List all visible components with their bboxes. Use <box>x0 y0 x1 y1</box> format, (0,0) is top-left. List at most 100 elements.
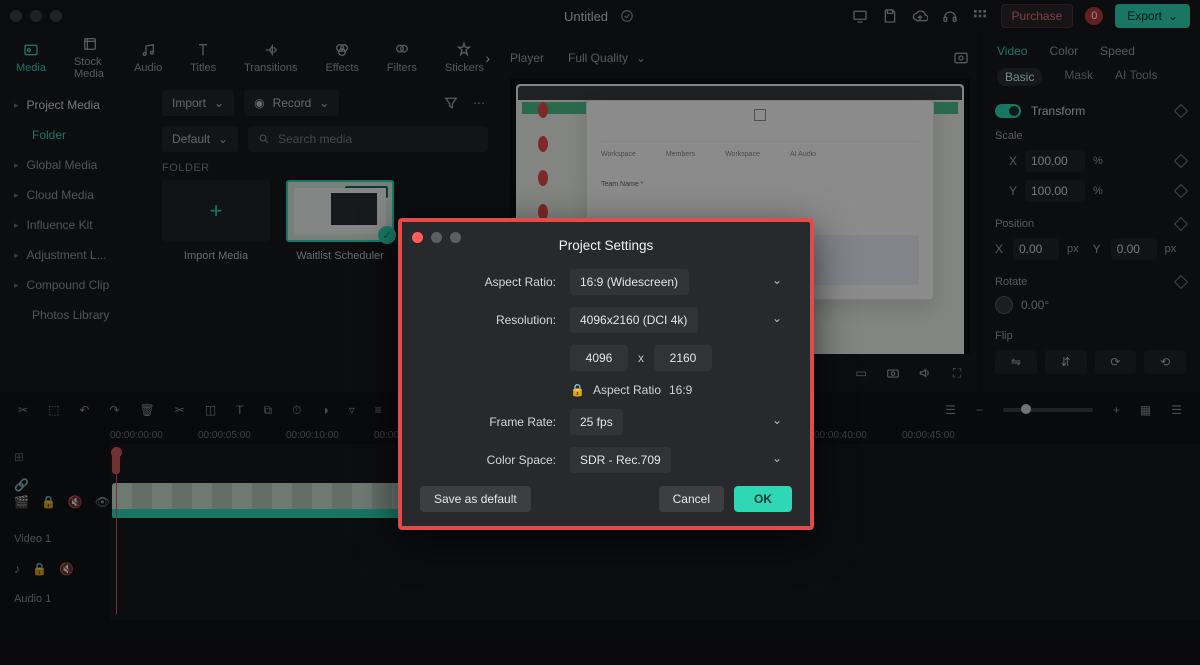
sidebar-influence-kit[interactable]: ▸Influence Kit <box>4 210 146 240</box>
zoom-slider[interactable] <box>1003 408 1093 412</box>
export-button[interactable]: Export ⌄ <box>1115 4 1190 28</box>
media-clip-tile[interactable]: 00:00:21 ✓ Waitlist Scheduler <box>286 180 394 262</box>
prop-sub-ai[interactable]: AI Tools <box>1115 68 1157 86</box>
grid-apps-icon[interactable] <box>971 7 989 25</box>
prop-tab-color[interactable]: Color <box>1049 44 1078 58</box>
prop-sub-mask[interactable]: Mask <box>1064 68 1093 86</box>
rotate-dial[interactable] <box>995 296 1013 314</box>
aspect-ratio-select[interactable]: 16:9 (Widescreen) <box>570 269 689 295</box>
volume-icon[interactable] <box>916 364 934 382</box>
keyframe-diamond-icon[interactable] <box>1174 184 1188 198</box>
pointer-tool-icon[interactable]: ⬚ <box>48 403 59 417</box>
color-space-select[interactable]: SDR - Rec.709 <box>570 447 671 473</box>
sort-dropdown[interactable]: Default⌄ <box>162 126 238 152</box>
zoom-out-icon[interactable]: − <box>976 403 983 417</box>
sidebar-project-media[interactable]: ▸Project Media <box>4 90 146 120</box>
folder-section-label: FOLDER <box>162 162 488 174</box>
split-icon[interactable]: ✂ <box>175 403 185 417</box>
search-media-input[interactable]: Search media <box>248 126 488 152</box>
keyframe-diamond-icon[interactable] <box>1174 217 1188 231</box>
ok-button[interactable]: OK <box>734 486 792 512</box>
visibility-icon[interactable]: 👁 <box>95 495 110 509</box>
pos-y-input[interactable] <box>1111 238 1157 260</box>
mixer-icon[interactable]: ☰ <box>945 403 956 417</box>
title-bar: Untitled Purchase 0 Export ⌄ <box>0 0 1200 32</box>
tab-stock-media[interactable]: Stock Media <box>74 36 106 80</box>
dialog-traffic-lights[interactable] <box>412 232 461 243</box>
mute-icon[interactable]: 🔇 <box>59 562 74 576</box>
cloud-upload-icon[interactable] <box>911 7 929 25</box>
tab-stickers[interactable]: Stickers <box>445 42 484 74</box>
cancel-button[interactable]: Cancel <box>659 486 724 512</box>
list-view-icon[interactable]: ☰ <box>1171 403 1182 417</box>
flip-v-button[interactable]: ⇵ <box>1045 350 1087 374</box>
tab-effects[interactable]: Effects <box>325 42 358 74</box>
mute-icon[interactable]: 🔇 <box>68 495 83 509</box>
keyframe-diamond-icon[interactable] <box>1174 104 1188 118</box>
sidebar-photos-library[interactable]: Photos Library <box>4 300 146 330</box>
import-dropdown[interactable]: Import⌄ <box>162 90 234 116</box>
text-tool-icon[interactable]: T <box>236 403 243 417</box>
sidebar-compound-clip[interactable]: ▸Compound Clip <box>4 270 146 300</box>
copy-icon[interactable]: ⧉ <box>264 403 273 418</box>
fullscreen-icon[interactable]: ⛶ <box>948 364 966 382</box>
crop-icon[interactable]: ◫ <box>205 403 216 417</box>
speed-icon[interactable]: ⏱ <box>292 403 301 418</box>
scale-x-input[interactable] <box>1025 150 1085 172</box>
headphones-icon[interactable] <box>941 7 959 25</box>
lock-icon[interactable]: 🔒 <box>41 495 56 509</box>
purchase-button[interactable]: Purchase <box>1001 4 1074 28</box>
marker-icon[interactable]: ▿ <box>349 403 355 417</box>
undo-icon[interactable]: ↶ <box>79 403 89 417</box>
properties-panel: Video Color Speed Basic Mask AI Tools Tr… <box>980 32 1200 392</box>
redo-icon[interactable]: ↷ <box>109 403 119 417</box>
rotate-cw-button[interactable]: ⟳ <box>1095 350 1137 374</box>
color-icon[interactable]: ◑ <box>321 403 328 417</box>
snapshot-icon[interactable] <box>952 49 970 67</box>
resolution-select[interactable]: 4096x2160 (DCI 4k) <box>570 307 698 333</box>
quality-dropdown[interactable]: Full Quality⌄ <box>568 51 646 65</box>
tab-transitions[interactable]: Transitions <box>244 42 297 74</box>
frame-rate-select[interactable]: 25 fps <box>570 409 623 435</box>
save-default-button[interactable]: Save as default <box>420 486 531 512</box>
scale-y-input[interactable] <box>1025 180 1085 202</box>
grid-view-icon[interactable]: ▦ <box>1140 403 1151 417</box>
lock-icon[interactable]: 🔒 <box>570 383 585 397</box>
sidebar-adjustment-layer[interactable]: ▸Adjustment L... <box>4 240 146 270</box>
track-icon[interactable]: ≡ <box>375 403 382 417</box>
prop-tab-video[interactable]: Video <box>997 44 1027 58</box>
tabs-scroll-right-icon[interactable]: › <box>485 50 490 66</box>
display-icon[interactable] <box>851 7 869 25</box>
width-input[interactable] <box>570 345 628 371</box>
more-icon[interactable]: ⋯ <box>470 94 488 112</box>
height-input[interactable] <box>654 345 712 371</box>
pos-x-input[interactable] <box>1013 238 1059 260</box>
select-tool-icon[interactable]: ✂ <box>18 403 28 417</box>
camera-icon[interactable] <box>884 364 902 382</box>
sidebar-cloud-media[interactable]: ▸Cloud Media <box>4 180 146 210</box>
lock-icon[interactable]: 🔒 <box>32 562 47 576</box>
transform-toggle[interactable] <box>995 104 1021 118</box>
sidebar-global-media[interactable]: ▸Global Media <box>4 150 146 180</box>
window-traffic-lights[interactable] <box>10 10 62 22</box>
rotate-ccw-button[interactable]: ⟲ <box>1144 350 1186 374</box>
flip-h-button[interactable]: ⇋ <box>995 350 1037 374</box>
keyframe-diamond-icon[interactable] <box>1174 275 1188 289</box>
tab-media[interactable]: Media <box>16 42 46 74</box>
tab-filters[interactable]: Filters <box>387 42 417 74</box>
delete-icon[interactable]: 🗑 <box>140 403 155 417</box>
tab-titles[interactable]: Titles <box>190 42 216 74</box>
notification-badge[interactable]: 0 <box>1085 7 1103 25</box>
playhead[interactable] <box>116 450 117 614</box>
record-dropdown[interactable]: ◉Record⌄ <box>244 90 339 116</box>
save-icon[interactable] <box>881 7 899 25</box>
filter-icon[interactable] <box>442 94 460 112</box>
tab-audio[interactable]: Audio <box>134 42 162 74</box>
sidebar-folder[interactable]: Folder <box>4 120 146 150</box>
prop-tab-speed[interactable]: Speed <box>1100 44 1135 58</box>
display-toggle-icon[interactable]: ▭ <box>852 364 870 382</box>
prop-sub-basic[interactable]: Basic <box>997 68 1042 86</box>
zoom-in-icon[interactable]: + <box>1113 403 1120 417</box>
import-media-tile[interactable]: + Import Media <box>162 180 270 262</box>
keyframe-diamond-icon[interactable] <box>1174 154 1188 168</box>
